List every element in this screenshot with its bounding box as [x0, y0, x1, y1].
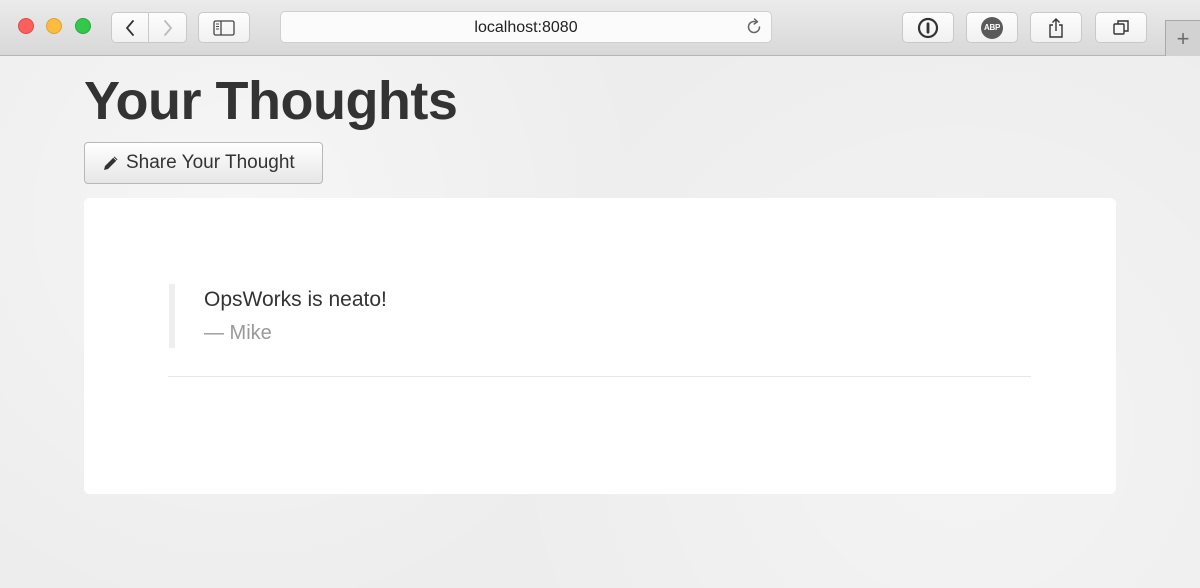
share-button[interactable]: [1030, 12, 1082, 43]
url-text: localhost:8080: [474, 19, 578, 36]
sidebar-icon: [213, 19, 235, 36]
thought-quote: OpsWorks is neato! — Mike: [169, 284, 1031, 348]
maximize-window-button[interactable]: [75, 18, 91, 34]
chevron-right-icon: [163, 19, 172, 36]
pencil-icon: [102, 154, 120, 172]
share-thought-label: Share Your Thought: [126, 152, 295, 173]
thought-author: — Mike: [204, 322, 272, 344]
plus-icon: +: [1176, 25, 1190, 51]
sidebar-button[interactable]: [198, 12, 250, 43]
password-manager-button[interactable]: [902, 12, 954, 43]
thoughts-card: OpsWorks is neato! — Mike: [84, 198, 1116, 494]
address-bar[interactable]: localhost:8080: [280, 11, 772, 43]
back-button[interactable]: [111, 12, 149, 43]
share-thought-button[interactable]: Share Your Thought: [84, 142, 323, 184]
adblock-button[interactable]: ABP: [966, 12, 1018, 43]
tabs-icon: [1113, 19, 1129, 35]
page-content: Your Thoughts Share Your Thought OpsWork…: [0, 56, 1200, 588]
close-window-button[interactable]: [18, 18, 34, 34]
1password-icon: [917, 17, 939, 38]
new-tab-button[interactable]: +: [1165, 20, 1200, 56]
divider: [168, 376, 1031, 377]
share-icon: [1049, 17, 1063, 38]
browser-toolbar: localhost:8080 ABP +: [0, 0, 1200, 56]
forward-button[interactable]: [149, 12, 187, 43]
minimize-window-button[interactable]: [46, 18, 62, 34]
page-title: Your Thoughts: [84, 71, 458, 131]
thought-text: OpsWorks is neato!: [204, 288, 387, 311]
chevron-left-icon: [126, 19, 134, 36]
reload-icon[interactable]: [745, 18, 763, 36]
show-tabs-button[interactable]: [1095, 12, 1147, 43]
abp-icon: ABP: [981, 16, 1003, 39]
